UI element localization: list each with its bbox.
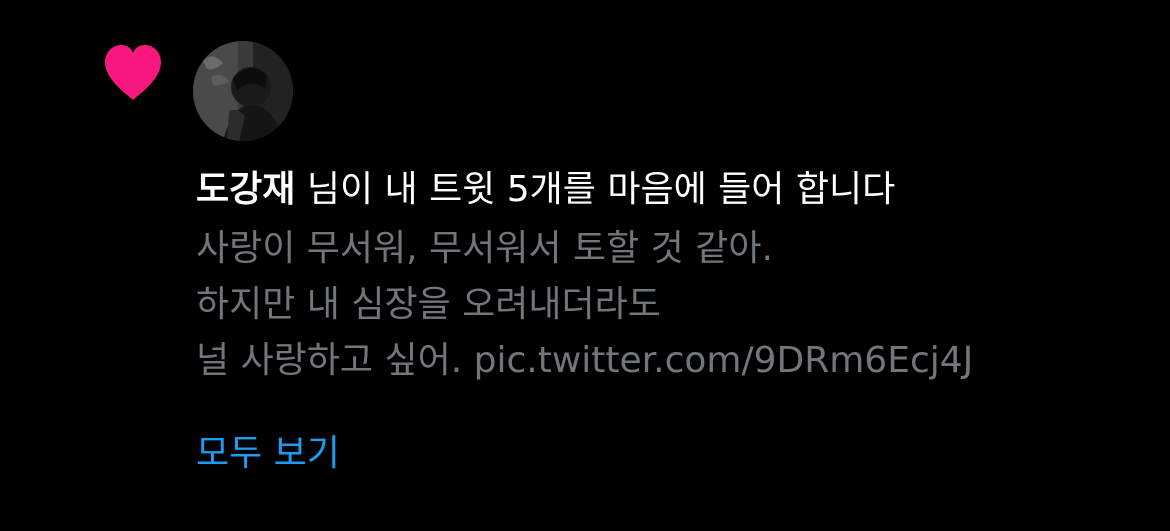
notification-content: 도강재 님이 내 트윗 5개를 마음에 들어 합니다 사랑이 무서워, 무서워서… (196, 163, 1156, 481)
heart-icon (103, 44, 163, 102)
tweet-text-line: 널 사랑하고 싶어. pic.twitter.com/9DRm6Ecj4J (196, 340, 974, 381)
tweet-text[interactable]: 사랑이 무서워, 무서워서 토할 것 같아. 하지만 내 심장을 오려내더라도 … (196, 221, 1156, 389)
notification-headline: 도강재 님이 내 트윗 5개를 마음에 들어 합니다 (196, 163, 1156, 217)
like-notification[interactable]: 도강재 님이 내 트윗 5개를 마음에 들어 합니다 사랑이 무서워, 무서워서… (0, 0, 1170, 531)
tweet-text-line: 사랑이 무서워, 무서워서 토할 것 같아. (196, 228, 773, 269)
user-name-link[interactable]: 도강재 (196, 169, 295, 210)
action-text: 님이 내 트윗 5개를 마음에 들어 합니다 (295, 169, 896, 210)
avatar[interactable] (193, 41, 293, 141)
show-all-link[interactable]: 모두 보기 (196, 427, 340, 481)
tweet-text-line: 하지만 내 심장을 오려내더라도 (196, 284, 661, 325)
